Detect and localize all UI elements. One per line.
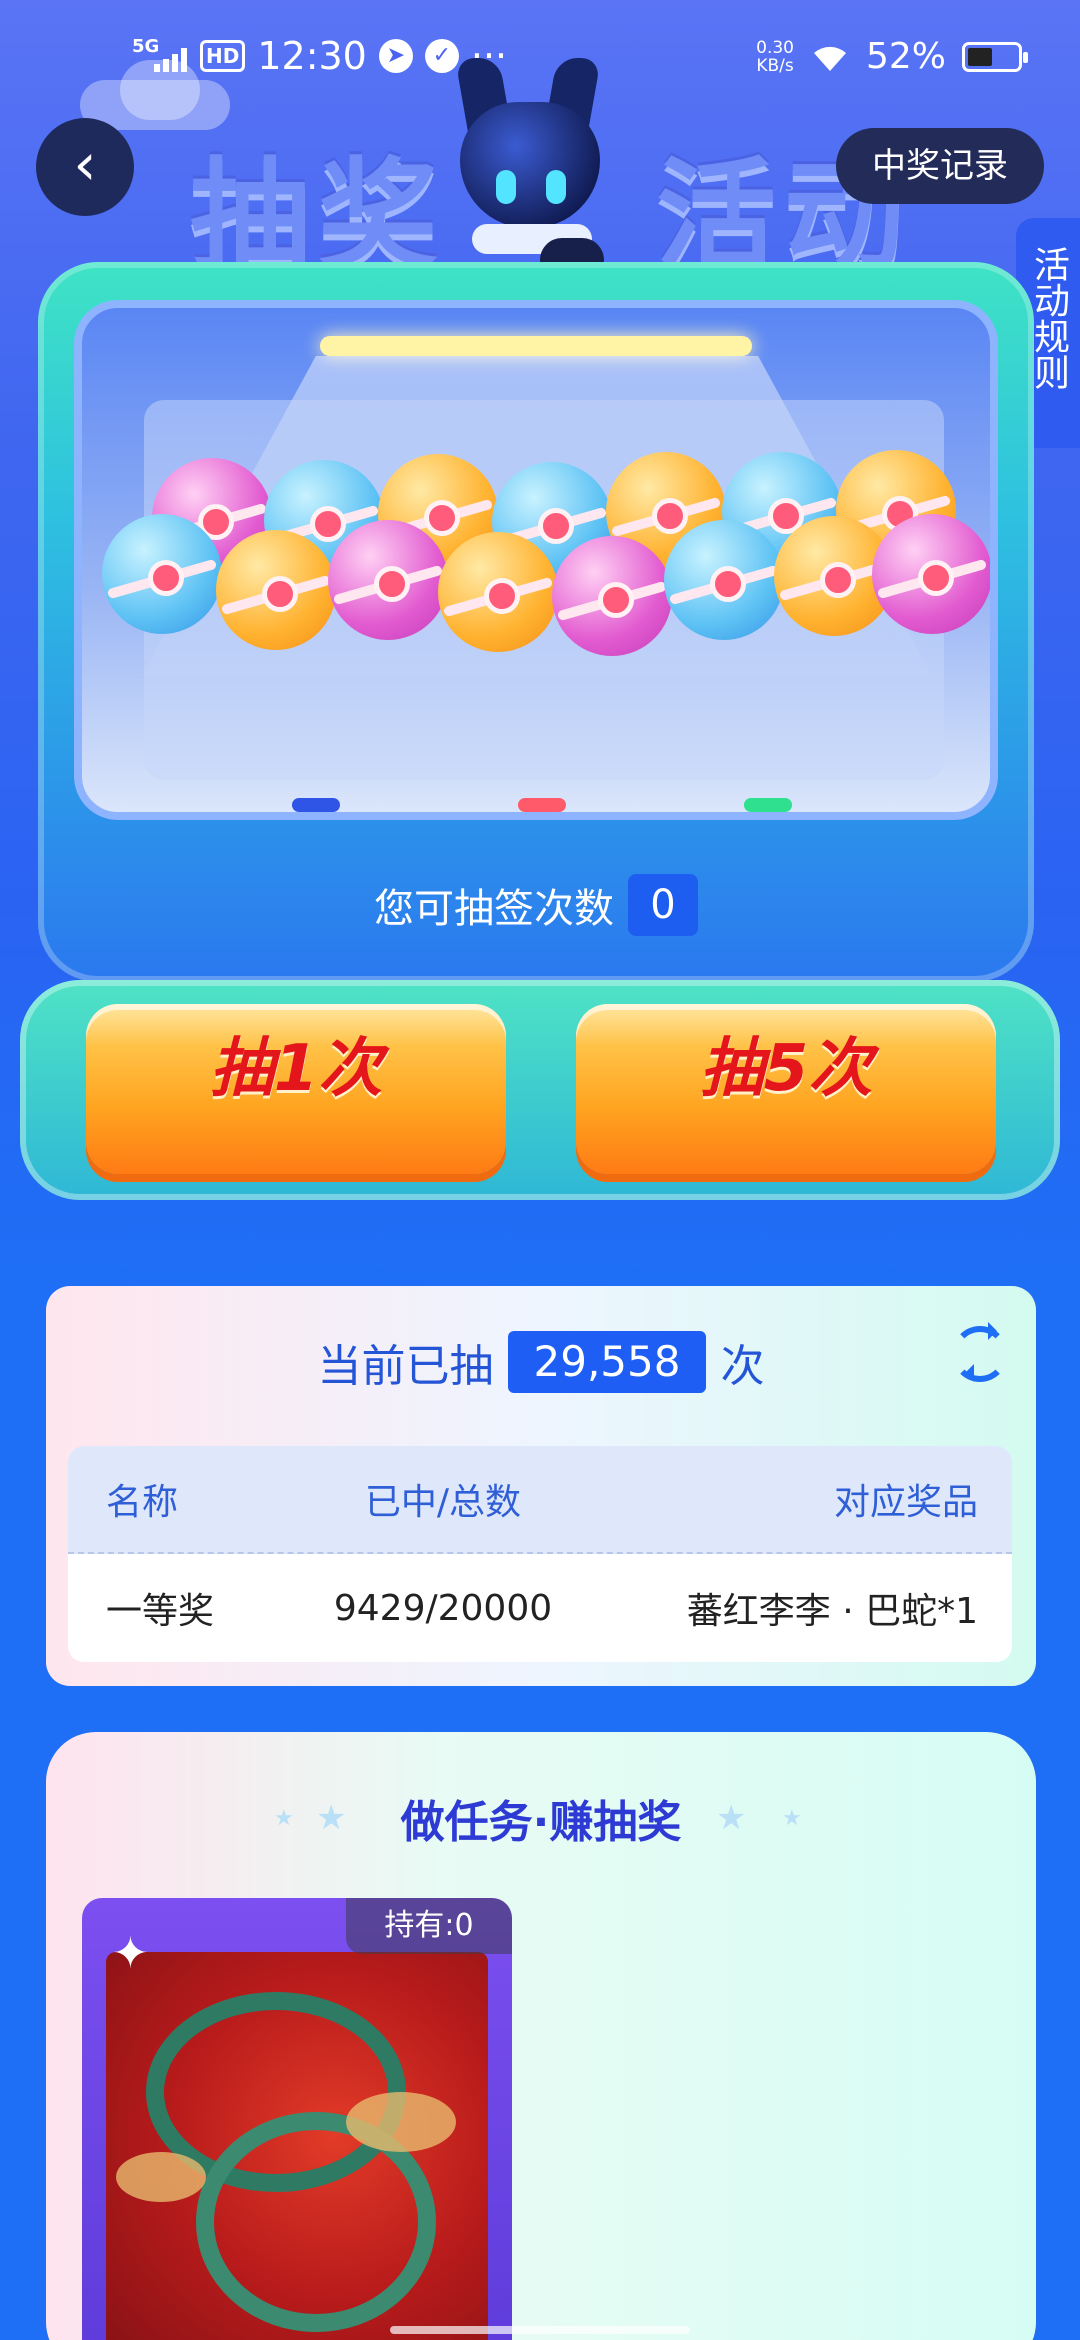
star-icon: ★ [716,1798,747,1838]
telegram-icon: ➤ [378,39,413,73]
draw-count-value: 0 [628,874,698,936]
star-icon: ★ [782,1806,802,1831]
speed-unit: KB/s [756,55,794,76]
battery-icon [962,41,1028,72]
prize-ratio: 9429/20000 [333,1587,553,1629]
capsule-ball [438,532,558,652]
clock: 12:30 [257,34,367,78]
capsule-ball [328,520,448,640]
capsule-ball [552,536,672,656]
column-header-ratio: 已中/总数 [364,1482,522,1523]
capsule-ball [216,530,336,650]
win-record-button[interactable]: 中奖记录 [836,128,1044,204]
gacha-machine: 您可抽签次数 0 [38,262,1034,982]
signal-icon: 5G [132,36,188,76]
back-button[interactable]: ‹ [36,118,134,216]
lamp [320,336,752,356]
task-card: ★ ★ 做任务·赚抽奖 ★ ★ ✦ 持有:0 [46,1732,1036,2340]
mascot-illustration [450,58,610,282]
refresh-icon[interactable] [952,1322,1008,1382]
table-row: 一等奖 9429/20000 蕃红李李 · 巴蛇*1 [68,1554,1012,1662]
draw-five-button[interactable]: 抽5次 [576,1004,996,1174]
draw-once-button[interactable]: 抽1次 [86,1004,506,1174]
column-header-name: 名称 [106,1482,179,1523]
prize-level: 一等奖 [106,1591,215,1632]
total-drawn-suffix: 次 [720,1341,765,1392]
machine-screen [74,300,998,820]
prize-item: 蕃红李李 · 巴蛇*1 [686,1591,978,1632]
draw-stats-card: 当前已抽 29,558 次 名称 已中/总数 对应奖品 一等奖 9429/200… [46,1286,1036,1686]
task-section-title: 做任务·赚抽奖 [400,1797,682,1848]
speed-value: 0.30 [756,37,794,58]
sparkle-icon: ✦ [112,1928,149,1979]
column-header-prize: 对应奖品 [833,1482,978,1523]
indicator-light [518,798,566,812]
network-speed: 0.30 KB/s [756,39,794,75]
total-drawn-value: 29,558 [507,1331,707,1393]
total-drawn-row: 当前已抽 29,558 次 [46,1330,1036,1394]
dragon-artwork [106,1952,488,2340]
holding-count: 持有:0 [346,1898,512,1954]
draw-count-row: 您可抽签次数 0 [38,874,1034,936]
draw-count-label: 您可抽签次数 [374,886,614,932]
capsule-ball [664,520,784,640]
indicator-light [292,798,340,812]
capsule-ball [102,514,222,634]
button-tray: 抽1次 抽5次 [20,980,1060,1200]
battery-percent: 52% [865,36,946,77]
table-header: 名称 已中/总数 对应奖品 [68,1446,1012,1554]
wifi-icon [813,46,846,71]
capsule-ball [872,514,990,634]
indicator-light [744,798,792,812]
hd-badge: HD [200,40,246,72]
prize-table: 名称 已中/总数 对应奖品 一等奖 9429/20000 蕃红李李 · 巴蛇*1 [68,1446,1012,1662]
chevron-left-icon: ‹ [73,130,97,198]
total-drawn-prefix: 当前已抽 [317,1341,494,1392]
collectible-card[interactable]: ✦ 持有:0 [82,1898,512,2340]
home-indicator[interactable] [390,2326,690,2334]
